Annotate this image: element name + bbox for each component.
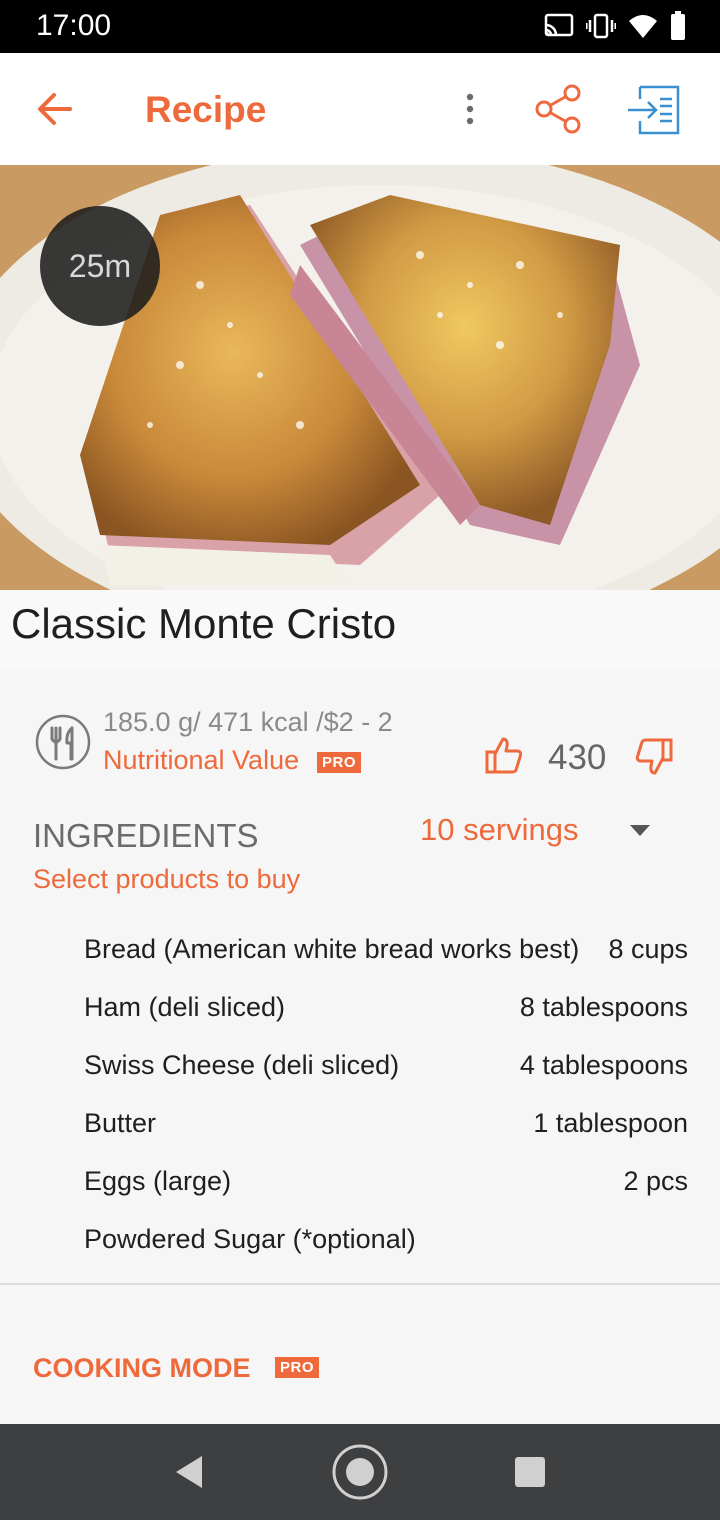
share-button[interactable] bbox=[532, 83, 588, 135]
share-icon bbox=[535, 84, 581, 134]
ingredient-name: Powdered Sugar (*optional) bbox=[84, 1223, 416, 1254]
ingredient-name: Ham (deli sliced) bbox=[84, 991, 286, 1022]
system-nav-bar bbox=[0, 1424, 720, 1520]
app-bar: Recipe bbox=[0, 53, 720, 165]
back-arrow-icon bbox=[38, 93, 72, 125]
ingredient-name: Butter bbox=[84, 1107, 157, 1138]
title-band: Classic Monte Cristo bbox=[0, 590, 720, 670]
import-icon bbox=[628, 85, 680, 135]
thumbs-up-icon bbox=[485, 737, 523, 774]
select-products-link[interactable]: Select products to buy bbox=[33, 864, 300, 895]
battery-icon bbox=[671, 11, 685, 40]
caret-down-icon bbox=[630, 825, 650, 836]
ingredient-qty: 1 tablespoon bbox=[533, 1107, 688, 1138]
dislike-button[interactable] bbox=[634, 737, 674, 777]
nav-back-button[interactable] bbox=[170, 1452, 210, 1492]
more-options-button[interactable] bbox=[452, 89, 488, 129]
ingredient-qty: 8 tablespoons bbox=[519, 991, 688, 1022]
cast-icon bbox=[544, 13, 574, 37]
like-button[interactable] bbox=[484, 735, 524, 775]
ingredient-row: Eggs (large) 2 pcs bbox=[84, 1152, 688, 1210]
likes-count: 430 bbox=[548, 738, 607, 777]
fork-knife-icon bbox=[35, 714, 91, 770]
status-time: 17:00 bbox=[36, 9, 112, 42]
ingredient-row: Bread (American white bread works best) … bbox=[84, 920, 688, 978]
ingredients-header: INGREDIENTS bbox=[33, 817, 259, 854]
cook-time-badge: 25m bbox=[40, 206, 160, 326]
back-button[interactable] bbox=[30, 83, 82, 135]
nav-recents-button[interactable] bbox=[512, 1454, 548, 1490]
ingredient-row: Butter 1 tablespoon bbox=[84, 1094, 688, 1152]
recipe-title: Classic Monte Cristo bbox=[11, 600, 397, 647]
import-button[interactable] bbox=[626, 81, 684, 139]
status-bar: 17:00 bbox=[0, 0, 720, 53]
divider bbox=[0, 1283, 720, 1285]
page-title: Recipe bbox=[145, 89, 267, 130]
nutritional-value-link[interactable]: Nutritional Value bbox=[103, 745, 299, 776]
ingredient-list: Bread (American white bread works best) … bbox=[84, 920, 688, 1268]
triangle-back-icon bbox=[176, 1456, 202, 1488]
vibrate-icon bbox=[586, 13, 616, 39]
ingredient-name: Swiss Cheese (deli sliced) bbox=[84, 1049, 400, 1080]
nutrition-summary: 185.0 g/ 471 kcal /$2 - 2 bbox=[103, 707, 393, 737]
status-icons bbox=[544, 10, 686, 42]
ingredient-qty: 8 cups bbox=[608, 933, 688, 964]
cooking-mode-button[interactable]: COOKING MODE bbox=[33, 1353, 251, 1384]
ingredient-row: Ham (deli sliced) 8 tablespoons bbox=[84, 978, 688, 1036]
servings-selector[interactable]: 10 servings bbox=[420, 812, 579, 848]
nav-home-button[interactable] bbox=[330, 1442, 390, 1502]
ingredient-name: Bread (American white bread works best) bbox=[84, 933, 580, 964]
ingredient-row: Swiss Cheese (deli sliced) 4 tablespoons bbox=[84, 1036, 688, 1094]
ingredient-qty: 2 pcs bbox=[623, 1165, 688, 1196]
square-recents-icon bbox=[515, 1457, 545, 1487]
ingredient-name: Eggs (large) bbox=[84, 1165, 232, 1196]
ingredient-row: Powdered Sugar (*optional) bbox=[84, 1210, 688, 1268]
pro-badge: PRO bbox=[275, 1357, 320, 1378]
thumbs-down-icon bbox=[635, 738, 673, 775]
nutrition-icon-button[interactable] bbox=[34, 713, 92, 771]
servings-dropdown[interactable] bbox=[629, 823, 651, 839]
home-circle-icon bbox=[332, 1444, 388, 1500]
wifi-icon bbox=[629, 15, 657, 38]
more-vert-icon bbox=[466, 93, 474, 125]
ingredient-qty: 4 tablespoons bbox=[519, 1049, 688, 1080]
pro-badge: PRO bbox=[317, 752, 362, 773]
